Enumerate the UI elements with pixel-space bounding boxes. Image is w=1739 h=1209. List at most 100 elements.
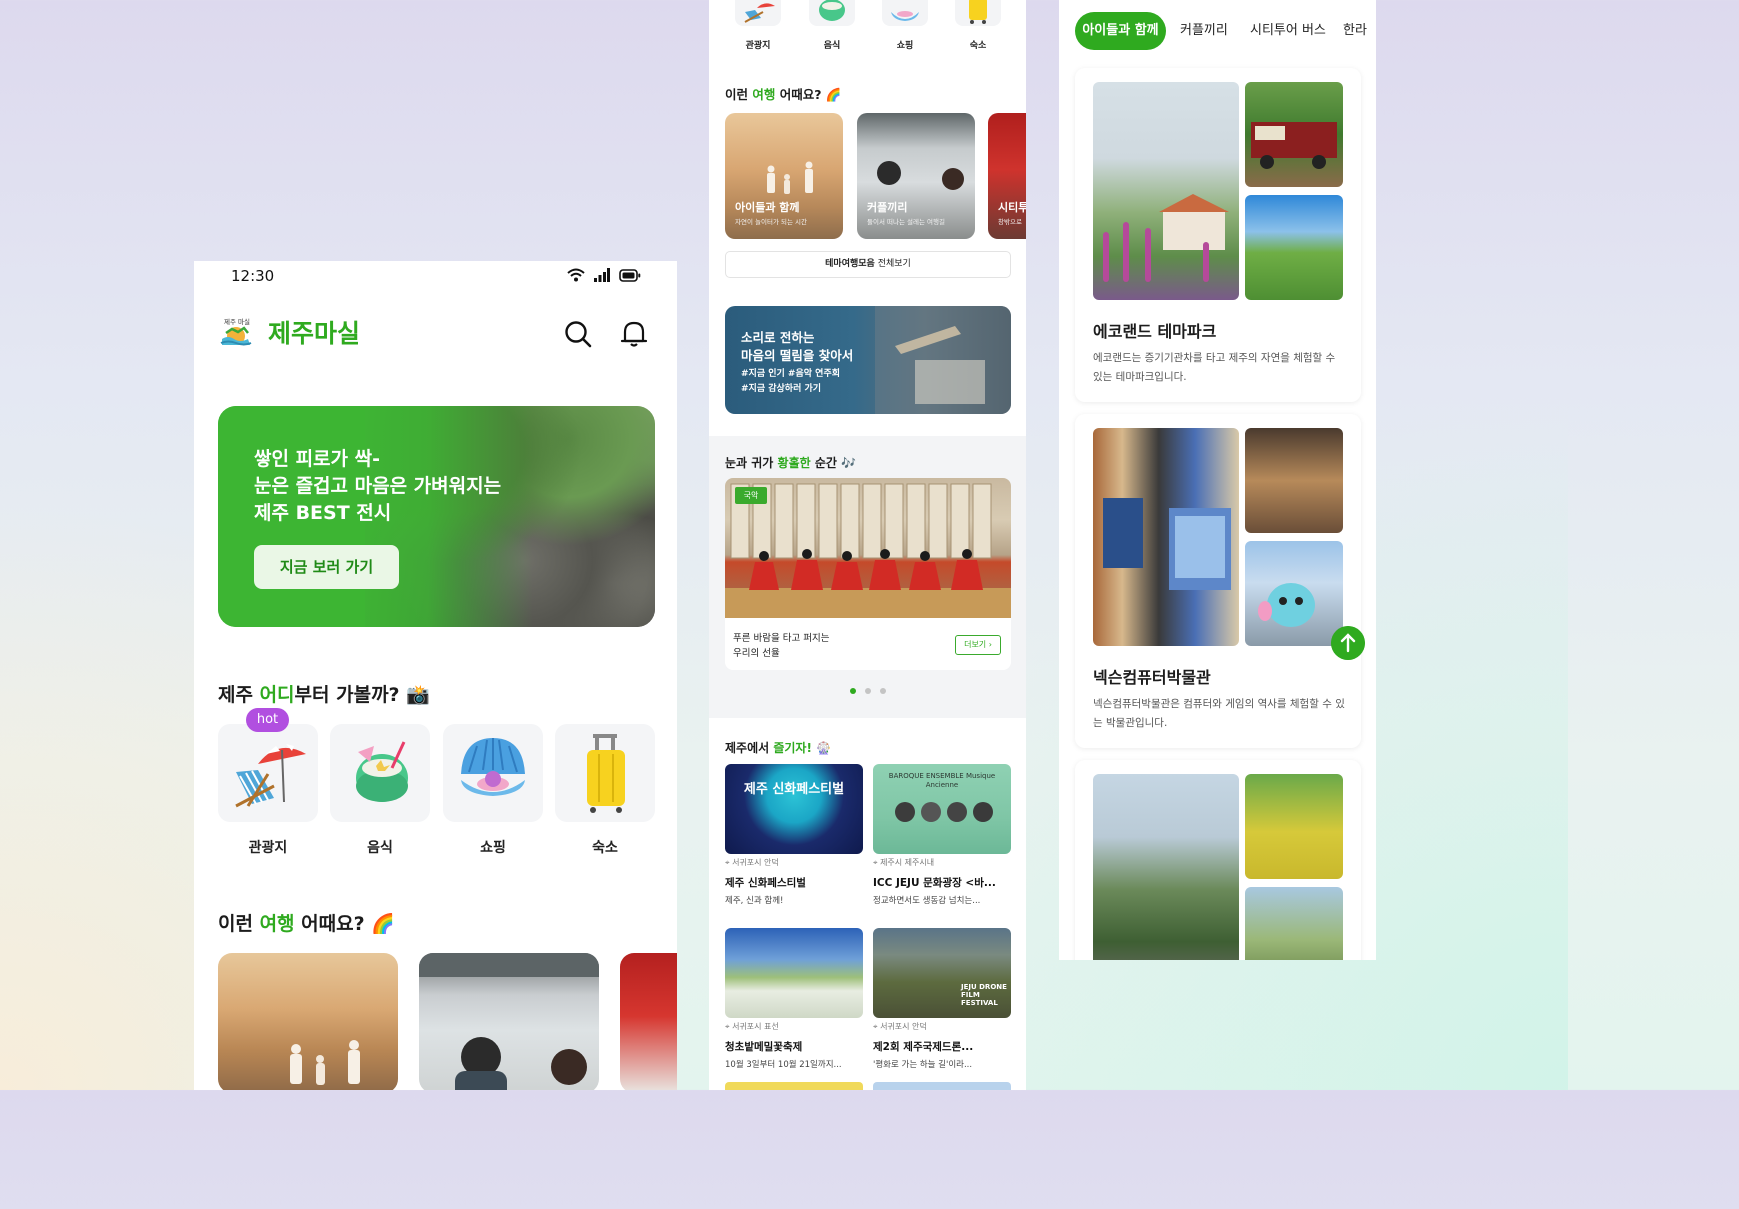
category-lodging[interactable] — [955, 0, 1001, 26]
tab-city-tour[interactable]: 시티투어 버스 — [1250, 12, 1326, 50]
category-food[interactable] — [809, 0, 855, 26]
status-time: 12:30 — [231, 267, 275, 285]
theme-title: 시티투 — [998, 201, 1026, 214]
gugak-line: 우리의 선율 — [733, 648, 780, 659]
festival-photo-drone[interactable]: JEJU DRONE FILM FESTIVAL — [873, 928, 1011, 1018]
festival-title[interactable]: 제2회 제주국제드론... — [873, 1039, 1013, 1054]
suitcase-icon — [587, 734, 625, 813]
festival-location: ⌖ 서귀포시 안덕 — [725, 858, 779, 867]
festival-poster-baroque[interactable]: BAROQUE ENSEMBLE Musique Ancienne — [873, 764, 1011, 854]
svg-text:제주 마실: 제주 마실 — [224, 317, 250, 326]
music-banner-tag: #지금 감상하러 가기 — [741, 384, 822, 394]
place-card-third[interactable] — [1075, 760, 1361, 960]
place-title: 넥슨컴퓨터박물관 — [1093, 668, 1211, 687]
festival-desc: 10월 3일부터 10월 21일까지... — [725, 1060, 842, 1070]
category-label: 관광지 — [745, 41, 771, 51]
place-card-nexon-museum[interactable]: 넥슨컴퓨터박물관 넥슨컴퓨터박물관은 컴퓨터와 게임의 역사를 체험할 수 있는… — [1075, 414, 1361, 748]
coconut-drink-icon — [356, 741, 408, 802]
theme-title: 아이들과 함께 — [735, 201, 800, 214]
gugak-performance-photo: 국악 — [725, 478, 1011, 618]
category-label: 쇼핑 — [896, 41, 914, 51]
shell-pearl-icon — [891, 11, 919, 21]
theme-card-couple[interactable]: 커플끼리 둘이서 떠나는 설레는 여행길 — [857, 113, 975, 239]
trip-card-kids[interactable] — [218, 953, 398, 1090]
theme-card-kids[interactable]: 아이들과 함께 자연이 놀이터가 되는 시간 — [725, 113, 843, 239]
theme-subtitle: 둘이서 떠나는 설레는 여행길 — [867, 218, 945, 226]
music-banner-line: 마음의 떨림을 찾아서 — [741, 348, 854, 363]
category-label: 숙소 — [592, 840, 618, 856]
category-food[interactable] — [330, 724, 430, 822]
battery-icon — [619, 268, 641, 282]
carousel-dot-active[interactable] — [850, 688, 856, 694]
festival-title[interactable]: 제주 신화페스티벌 — [725, 875, 865, 890]
festival-photo-next[interactable] — [873, 1082, 1011, 1090]
festival-photo-next[interactable] — [725, 1082, 863, 1090]
category-label: 쇼핑 — [480, 840, 506, 856]
search-icon[interactable] — [563, 319, 593, 349]
more-button[interactable]: 더보기 › — [955, 635, 1001, 655]
carousel-dot[interactable] — [865, 688, 871, 694]
ecoland-photo-field — [1245, 195, 1343, 300]
scroll-screen: 관광지 음식 쇼핑 숙소 이런 여행 어때요? 🌈 아이들과 함께 자연이 놀이… — [709, 0, 1026, 1090]
theme-title: 커플끼리 — [867, 201, 908, 214]
gugak-line: 푸른 바람을 타고 퍼지는 — [733, 633, 830, 644]
festival-desc: 제주, 신과 함께! — [725, 896, 784, 906]
tab-kids[interactable]: 아이들과 함께 — [1075, 12, 1166, 50]
section-title-trip: 이런 여행 어때요? 🌈 — [725, 87, 842, 102]
app-title: 제주마실 — [268, 319, 361, 348]
category-label: 관광지 — [248, 840, 288, 856]
shell-pearl-icon — [461, 738, 525, 796]
go-now-button[interactable]: 지금 보러 가기 — [254, 545, 399, 589]
category-shopping[interactable] — [882, 0, 928, 26]
theme-subtitle: 자연이 놀이터가 되는 시간 — [735, 218, 807, 226]
festival-title[interactable]: ICC JEJU 문화광장 <바... — [873, 875, 1013, 890]
beach-chair-icon — [744, 3, 775, 23]
place-desc: 넥슨컴퓨터박물관은 컴퓨터와 게임의 역사를 체험할 수 있는 박물관입니다. — [1093, 698, 1345, 729]
trip-card-couple[interactable] — [419, 953, 599, 1090]
banner-line: 제주 BEST 전시 — [254, 502, 392, 524]
festival-title[interactable]: 청초밭메밀꽃축제 — [725, 1039, 865, 1054]
theme-subtitle: 창밖으로 — [998, 218, 1022, 226]
category-sightseeing[interactable] — [735, 0, 781, 26]
section-title-moment: 눈과 귀가 황홀한 순간 🎶 — [725, 456, 857, 470]
museum-photo-mascot — [1245, 541, 1343, 646]
coconut-drink-icon — [819, 0, 845, 21]
museum-photo-hall — [1245, 428, 1343, 533]
place-desc: 에코랜드는 증기기관차를 타고 제주의 자연을 체험할 수 있는 테마파크입니다… — [1093, 352, 1336, 383]
promo-banner[interactable]: 쌓인 피로가 싹- 눈은 즐겁고 마음은 가벼워지는 제주 BEST 전시 지금… — [218, 406, 655, 627]
category-sightseeing[interactable] — [218, 724, 318, 822]
family-photo — [290, 1040, 360, 1085]
arrow-up-icon[interactable] — [1331, 626, 1365, 660]
place-title: 에코랜드 테마파크 — [1093, 322, 1217, 341]
music-banner[interactable]: 소리로 전하는 마음의 떨림을 찾아서 #지금 인기 #음악 연주회 #지금 감… — [725, 306, 1011, 414]
festival-desc: 정교하면서도 생동감 넘치는... — [873, 896, 981, 906]
theme-tabs: 아이들과 함께 커플끼리 시티투어 버스 한라 — [1059, 12, 1376, 50]
logo-icon: 제주 마실 — [218, 315, 254, 351]
gugak-card[interactable]: 국악 푸른 바람을 타고 퍼지는 우리의 선율 더보기 › — [725, 478, 1011, 670]
wifi-icon — [567, 268, 585, 282]
festival-photo-buckwheat[interactable] — [725, 928, 863, 1018]
tab-halla[interactable]: 한라 — [1343, 12, 1367, 50]
category-shopping[interactable] — [443, 724, 543, 822]
theme-card-city[interactable]: 시티투 창밖으로 — [988, 113, 1026, 239]
suitcase-icon — [969, 0, 987, 24]
beach-chair-icon — [235, 744, 306, 808]
section-title-where: 제주 어디부터 가볼까? 📸 — [218, 684, 430, 706]
place-card-ecoland[interactable]: 에코랜드 테마파크 에코랜드는 증기기관차를 타고 제주의 자연을 체험할 수 … — [1075, 68, 1361, 402]
category-lodging[interactable] — [555, 724, 655, 822]
festival-location: ⌖ 서귀포시 안덕 — [873, 1022, 927, 1031]
category-label: 음식 — [367, 840, 393, 856]
bell-icon[interactable] — [619, 319, 649, 349]
banner-line: 쌓인 피로가 싹- — [254, 448, 380, 470]
museum-photo-main — [1093, 428, 1239, 646]
festival-poster-myth[interactable]: 제주 신화페스티벌 — [725, 764, 863, 854]
view-all-themes-button[interactable]: 테마여행모음 전체보기 — [725, 251, 1011, 278]
theme-list-screen: 아이들과 함께 커플끼리 시티투어 버스 한라 에코랜드 테마파크 에코랜드는 … — [1059, 0, 1376, 960]
trip-card-city[interactable] — [620, 953, 677, 1090]
ecoland-photo-main — [1093, 82, 1239, 300]
signal-icon — [594, 268, 610, 282]
carousel-dot[interactable] — [880, 688, 886, 694]
category-label: 음식 — [823, 41, 841, 51]
tab-couple[interactable]: 커플끼리 — [1180, 12, 1228, 50]
couple-photo — [419, 953, 599, 1090]
